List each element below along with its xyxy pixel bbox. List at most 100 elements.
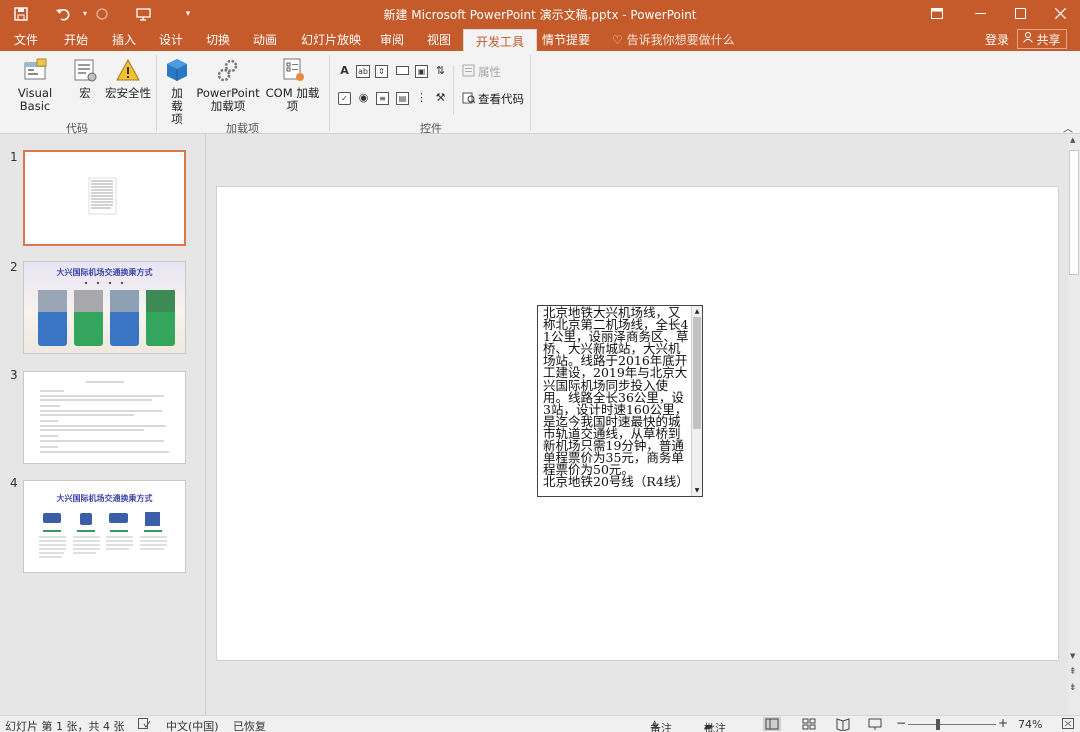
listbox-control-icon[interactable]: ≡ [376, 92, 389, 105]
scroll-down-arrow-icon[interactable]: ▼ [1070, 652, 1075, 660]
slide-number: 2 [10, 260, 18, 274]
tab-design[interactable]: 设计 [159, 31, 183, 48]
collapse-ribbon-icon[interactable]: ︿ [1063, 120, 1073, 135]
tab-storyboarding[interactable]: 情节提要 [542, 31, 590, 48]
scroll-bar-control-icon[interactable]: ⇅ [434, 65, 447, 78]
zoom-in-icon[interactable]: + [998, 716, 1008, 730]
slide-show-view-icon[interactable] [866, 717, 884, 731]
reading-view-icon[interactable] [834, 717, 852, 732]
group-separator [530, 55, 531, 131]
com-add-ins-label: COM 加载项 [265, 86, 320, 113]
close-icon[interactable] [1040, 0, 1080, 27]
slide-3-preview [40, 381, 169, 453]
spin-button-control-icon[interactable]: ⇕ [375, 65, 388, 78]
share-button[interactable]: 共享 [1017, 29, 1067, 49]
zoom-slider[interactable] [908, 724, 996, 725]
zoom-slider-thumb[interactable] [936, 719, 940, 730]
slide-thumbnail-4[interactable]: 大兴国际机场交通换乘方式 [23, 480, 186, 573]
textbox-control-icon[interactable]: ab [356, 65, 370, 78]
slide-thumbnail-3[interactable] [23, 371, 186, 464]
view-code-label: 查看代码 [478, 92, 524, 106]
tab-slideshow[interactable]: 幻灯片放映 [301, 31, 361, 48]
notes-label: 备注 [650, 722, 672, 732]
macro-security-button[interactable]: 宏安全性 [104, 57, 152, 100]
warning-icon [116, 58, 140, 81]
slide-thumbnail-2[interactable]: 大兴国际机场交通换乘方式 [23, 261, 186, 354]
language-status[interactable]: 中文(中国) [166, 718, 219, 732]
comments-label: 批注 [704, 722, 726, 732]
previous-slide-icon[interactable]: ⇞ [1069, 667, 1077, 677]
visual-basic-label: Visual Basic [17, 86, 53, 113]
command-button-control-icon[interactable] [396, 66, 409, 75]
ribbon-display-options-icon[interactable] [917, 0, 957, 27]
spell-check-icon[interactable] [138, 718, 151, 732]
option-button-control-icon[interactable]: ◉ [357, 92, 370, 105]
view-code-icon [462, 91, 476, 107]
checkbox-control-icon[interactable]: ✓ [338, 92, 351, 105]
tab-file[interactable]: 文件 [14, 31, 38, 48]
combobox-control-icon[interactable]: ▤ [396, 92, 409, 105]
scroll-down-arrow-icon[interactable]: ▼ [693, 486, 701, 495]
macros-button[interactable]: 宏 [70, 57, 100, 100]
tab-transitions[interactable]: 切换 [206, 31, 230, 48]
tab-insert[interactable]: 插入 [112, 31, 136, 48]
group-label-add-ins: 加载项 [226, 122, 259, 135]
activex-textbox-control[interactable]: 北京地铁大兴机场线，又称北京第二机场线，全长41公里，设丽泽商务区、草桥、大兴新… [537, 305, 703, 497]
add-ins-label: 加载项 [171, 86, 183, 126]
powerpoint-add-ins-label-2: 加载项 [210, 99, 246, 113]
tell-me-box[interactable]: ♡ 告诉我你想要做什么 [612, 31, 735, 48]
tab-home[interactable]: 开始 [64, 31, 88, 48]
scrollbar-thumb[interactable] [693, 317, 701, 429]
lightbulb-icon: ♡ [612, 33, 623, 47]
zoom-level[interactable]: 74% [1018, 718, 1042, 731]
editor-vertical-scrollbar[interactable]: ▲ ▼ ⇞ ⇟ [1068, 134, 1080, 715]
fit-slide-to-window-icon[interactable] [1062, 718, 1074, 732]
macro-security-label: 宏安全性 [105, 86, 151, 100]
view-code-button[interactable]: 查看代码 [462, 91, 524, 107]
tab-view[interactable]: 视图 [427, 31, 451, 48]
slide-2-preview [38, 281, 175, 346]
slide-number: 1 [10, 150, 18, 164]
slide-canvas[interactable]: 北京地铁大兴机场线，又称北京第二机场线，全长41公里，设丽泽商务区、草桥、大兴新… [216, 186, 1059, 661]
recovered-status: 已恢复 [233, 720, 266, 732]
normal-view-icon[interactable] [763, 717, 781, 731]
slide-thumbnail-pane: 1 2 大兴国际机场交通换乘方式 3 4 大兴国际机场交通换乘方式 [0, 134, 206, 715]
com-add-ins-button[interactable]: COM 加载项 [261, 57, 324, 113]
properties-button: 属性 [462, 64, 501, 80]
tab-review[interactable]: 审阅 [380, 31, 404, 48]
slide-sorter-view-icon[interactable] [800, 717, 818, 731]
next-slide-icon[interactable]: ⇟ [1069, 683, 1077, 693]
add-ins-button[interactable]: 加载项 [162, 57, 192, 126]
textbox-content[interactable]: 北京地铁大兴机场线，又称北京第二机场线，全长41公里，设丽泽商务区、草桥、大兴新… [543, 306, 690, 488]
more-controls-icon[interactable]: ⚒ [434, 92, 447, 105]
gear-icon [217, 59, 238, 82]
powerpoint-add-ins-button[interactable]: PowerPoint 加载项 [196, 57, 260, 113]
minimize-icon[interactable] [960, 0, 1000, 27]
scroll-up-arrow-icon[interactable]: ▲ [1070, 136, 1075, 144]
image-control-icon[interactable]: ▣ [415, 65, 428, 78]
macros-icon [74, 59, 97, 82]
editor-scrollbar-thumb[interactable] [1069, 150, 1079, 275]
scroll-up-arrow-icon[interactable]: ▲ [693, 307, 701, 316]
textbox-scrollbar[interactable]: ▲ ▼ [691, 306, 702, 496]
tab-developer[interactable]: 开发工具 [463, 29, 538, 51]
toggle-button-control-icon[interactable]: ⋮ [415, 92, 428, 105]
zoom-out-icon[interactable]: − [896, 716, 906, 730]
slide-thumbnail-1[interactable] [23, 150, 186, 246]
macros-label: 宏 [79, 86, 91, 100]
group-separator-inner [453, 65, 454, 115]
label-control-icon[interactable]: A [338, 65, 351, 78]
com-add-ins-icon [283, 58, 304, 81]
sign-in-link[interactable]: 登录 [985, 31, 1009, 48]
group-label-controls: 控件 [420, 122, 442, 135]
slide-count-status: 幻灯片 第 1 张，共 4 张 [5, 720, 125, 732]
group-separator [156, 55, 157, 131]
properties-label: 属性 [478, 65, 501, 79]
tell-me-label: 告诉我你想要做什么 [626, 33, 735, 47]
share-label: 共享 [1036, 32, 1061, 47]
slide-1-preview [88, 177, 117, 215]
tab-animations[interactable]: 动画 [253, 31, 277, 48]
visual-basic-button[interactable]: Visual Basic [4, 57, 66, 113]
group-separator [329, 55, 330, 131]
maximize-icon[interactable] [1000, 0, 1040, 27]
